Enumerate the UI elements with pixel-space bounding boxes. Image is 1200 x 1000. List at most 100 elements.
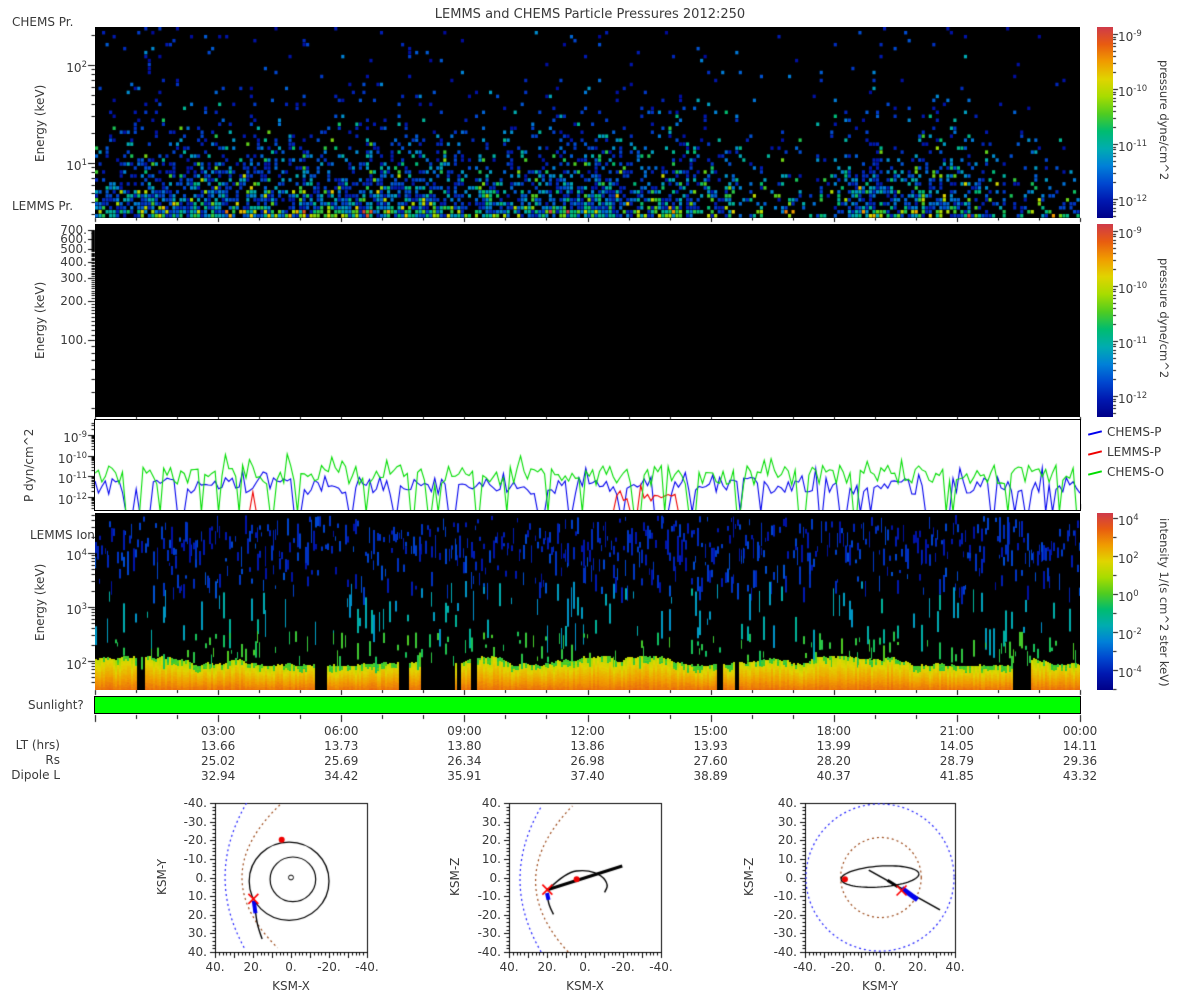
- ions-ytick-2: 102: [66, 657, 87, 672]
- orbit2-ytick-2: 20.: [777, 833, 797, 848]
- lemms-cbtick-1: 10-10: [1118, 281, 1148, 296]
- orbit2-ytick-0: 40.: [777, 796, 797, 810]
- sunlight-bar: [94, 696, 1081, 714]
- lt-value-6: 14.05: [939, 739, 975, 753]
- orbit0-xtick-4: -40.: [355, 960, 379, 974]
- lemms-cbtick-3: 10-12: [1118, 391, 1148, 406]
- orbit0-ytick-4: 0.: [195, 870, 207, 885]
- chems-ytick-0: 102: [66, 60, 87, 75]
- orbit0-ytick-2: -20.: [183, 833, 207, 848]
- orbit0-ytick-8: 40.: [187, 945, 207, 959]
- orbit2-ytick-5: -10.: [773, 889, 797, 904]
- ions-cbtick-4: 10-4: [1118, 665, 1142, 680]
- orbit2-ytick-7: -30.: [773, 926, 797, 941]
- dipole-l-value-3: 37.40: [570, 769, 605, 783]
- lemms-ytick-6: 100.: [60, 333, 87, 347]
- orbit0-ytick-5: 10.: [187, 889, 207, 904]
- orbit2-ytick-6: -20.: [773, 907, 797, 922]
- rs-value-1: 25.69: [324, 754, 359, 768]
- rs-value-0: 25.02: [200, 754, 236, 768]
- lt-value-4: 13.93: [693, 739, 728, 753]
- panel-label-lemms: LEMMS Pr.: [12, 199, 74, 213]
- lt-value-5: 13.99: [816, 739, 851, 753]
- orbit1-xtick-4: -40.: [649, 960, 673, 974]
- orbit-plot-ksmy-ksmz-canvas: [792, 796, 968, 960]
- orbit1-ytick-5: -10.: [477, 889, 501, 904]
- chems-cbtick-1: 10-10: [1118, 84, 1148, 99]
- lemms-cbtick-2: 10-11: [1118, 336, 1148, 351]
- lt-value-0: 13.66: [200, 739, 236, 753]
- lemms-colorbar: [1097, 224, 1113, 417]
- sunlight-label: Sunlight?: [28, 698, 84, 712]
- ions-spectrogram-canvas: [95, 513, 1080, 690]
- orbit-plot-ksmx-ksmz-canvas: [496, 796, 674, 960]
- chems-cbtick-0: 10-9: [1118, 29, 1142, 44]
- chems-o-line-swatch: [1087, 469, 1103, 476]
- lemms-colorbar-label: pressure dyne/cm^2: [1157, 257, 1171, 379]
- chems-ytick-1: 101: [66, 158, 87, 173]
- chems-colorbar: [1097, 27, 1113, 218]
- orbit0-ytick-7: 30.: [187, 926, 207, 941]
- row-label-lt: LT (hrs): [15, 738, 60, 752]
- dipole-l-value-0: 32.94: [200, 769, 236, 783]
- orbit2-y-axis-label: KSM-Z: [742, 857, 756, 897]
- orbit2-ytick-4: 0.: [785, 870, 797, 885]
- pline-ytick-3: 10-12: [57, 492, 87, 507]
- row-label-rs: Rs: [45, 753, 60, 767]
- time-tick-label-0: 03:00: [200, 724, 236, 738]
- dipole-l-value-6: 41.85: [939, 769, 975, 783]
- dipole-l-value-4: 38.89: [693, 769, 728, 783]
- panel-label-ions: LEMMS Ions: [30, 528, 102, 542]
- lt-value-1: 13.73: [324, 739, 359, 753]
- pline-ytick-0: 10-9: [63, 430, 87, 445]
- ions-ytick-1: 103: [66, 602, 87, 617]
- orbit1-ytick-4: 0.: [489, 870, 501, 885]
- pline-ytick-1: 10-10: [57, 451, 87, 466]
- ions-colorbar: [1097, 513, 1113, 690]
- chems-p-line-swatch: [1087, 429, 1103, 436]
- orbit1-ytick-7: -30.: [477, 926, 501, 941]
- chems-cbtick-3: 10-12: [1118, 194, 1148, 209]
- orbit0-ytick-1: -30.: [183, 814, 207, 829]
- lt-value-2: 13.80: [447, 739, 482, 753]
- dipole-l-value-1: 34.42: [324, 769, 359, 783]
- panel-label-chems: CHEMS Pr.: [12, 15, 74, 29]
- orbit2-xtick-4: 40.: [945, 960, 965, 974]
- time-tick-label-5: 18:00: [816, 724, 852, 738]
- dipole-l-value-2: 35.91: [447, 769, 482, 783]
- ions-cbtick-0: 104: [1118, 513, 1139, 528]
- ions-cbtick-1: 102: [1118, 551, 1139, 566]
- rs-value-5: 28.20: [816, 754, 851, 768]
- time-tick-label-3: 12:00: [570, 724, 605, 738]
- orbit2-ytick-1: 30.: [777, 814, 797, 829]
- lt-value-7: 14.11: [1062, 739, 1098, 753]
- orbit1-ytick-6: -20.: [477, 907, 501, 922]
- pline-ytick-2: 10-11: [57, 471, 87, 486]
- time-tick-label-4: 15:00: [693, 724, 728, 738]
- orbit1-ytick-3: 10.: [481, 851, 501, 866]
- pressure-lines-canvas: [94, 419, 1081, 511]
- lemms-p-line-swatch: [1087, 449, 1103, 456]
- lemms-cbtick-0: 10-9: [1118, 226, 1142, 241]
- lemms-ytick-4: 300.: [60, 271, 87, 285]
- rs-value-2: 26.34: [447, 754, 482, 768]
- chems-spectrogram-canvas: [95, 27, 1080, 218]
- rs-value-6: 28.79: [939, 754, 975, 768]
- orbit1-ytick-0: 40.: [481, 796, 501, 810]
- orbit0-ytick-3: -10.: [183, 851, 207, 866]
- time-tick-label-1: 06:00: [323, 724, 359, 738]
- orbit2-ytick-8: -40.: [773, 945, 797, 959]
- ions-ytick-0: 104: [66, 548, 87, 563]
- row-label-dipole-l: Dipole L: [11, 768, 60, 782]
- orbit0-x-axis-label: KSM-X: [272, 979, 310, 993]
- orbit2-ytick-3: 10.: [777, 851, 797, 866]
- lemms-spectrogram-canvas: [95, 224, 1080, 417]
- time-tick-label-7: 00:00: [1062, 724, 1098, 738]
- orbit1-x-axis-label: KSM-X: [566, 979, 604, 993]
- time-tick-label-6: 21:00: [939, 724, 975, 738]
- orbit1-ytick-2: 20.: [481, 833, 501, 848]
- time-tick-label-2: 09:00: [447, 724, 482, 738]
- rs-value-4: 27.60: [693, 754, 728, 768]
- chems-colorbar-label: pressure dyne/cm^2: [1157, 59, 1171, 181]
- orbit1-ytick-8: -40.: [477, 945, 501, 959]
